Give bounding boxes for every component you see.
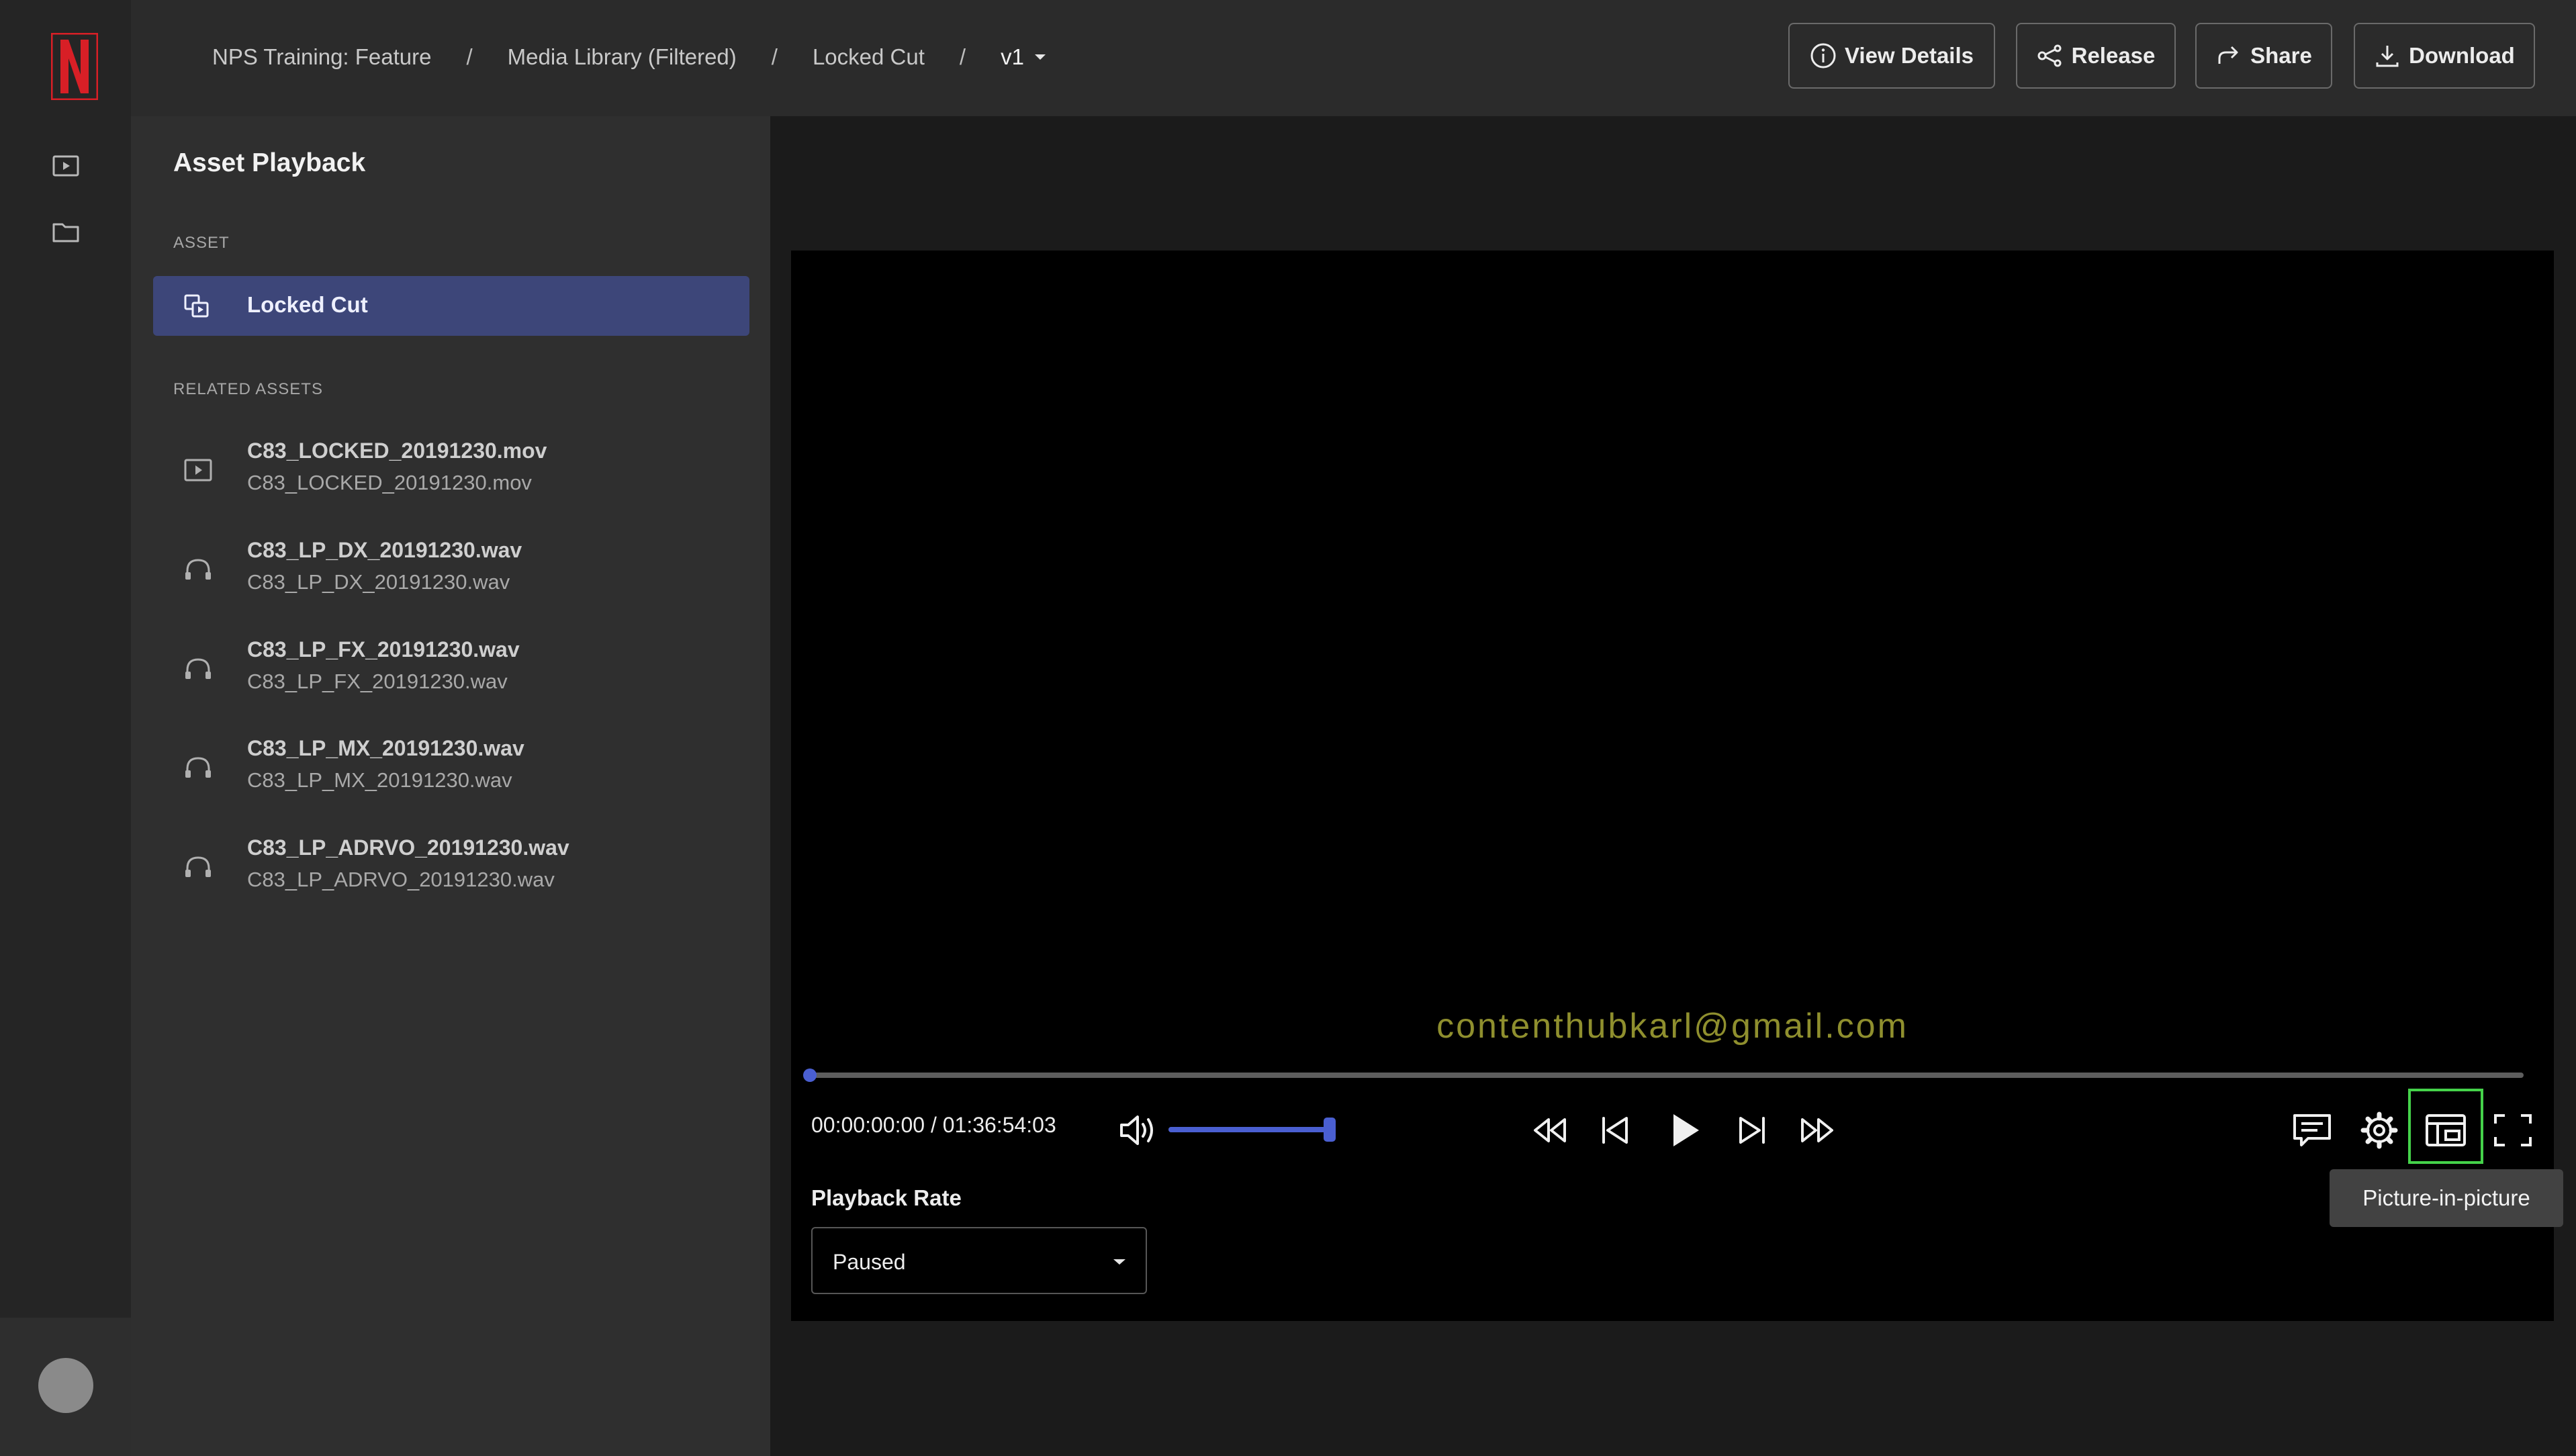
breadcrumb: NPS Training: Feature / Media Library (F… [212, 40, 1047, 74]
step-forward-icon[interactable] [1724, 1103, 1778, 1157]
panel-title: Asset Playback [173, 148, 366, 177]
breadcrumb-media-library[interactable]: Media Library (Filtered) [508, 44, 737, 70]
folder-icon[interactable] [47, 213, 85, 251]
tooltip: Picture-in-picture [2330, 1169, 2563, 1227]
related-asset-item[interactable]: C83_LOCKED_20191230.mov C83_LOCKED_20191… [153, 432, 749, 519]
headphones-icon [183, 855, 213, 879]
headphones-icon [183, 557, 213, 582]
breadcrumb-project[interactable]: NPS Training: Feature [212, 44, 432, 70]
pip-focus-highlight [2408, 1089, 2483, 1164]
share-nodes-icon [2037, 44, 2062, 67]
breadcrumb-separator: / [771, 44, 778, 69]
asset-playback-panel: Asset Playback ASSET Locked Cut RELATED … [131, 116, 770, 1456]
release-button[interactable]: Release [2016, 23, 2176, 89]
playback-rate-value: Paused [833, 1250, 906, 1274]
share-arrow-icon [2218, 46, 2238, 64]
volume-fill [1168, 1127, 1330, 1132]
playback-rate-select[interactable]: Paused [811, 1227, 1147, 1294]
related-asset-filename: C83_LP_DX_20191230.wav [247, 570, 510, 594]
video-player[interactable]: contenthubkarl@gmail.com 00:00:00:00 / 0… [791, 251, 2563, 1321]
headphones-icon [183, 657, 213, 681]
progress-bar[interactable] [803, 1068, 2524, 1082]
fullscreen-icon[interactable] [2486, 1103, 2540, 1157]
step-back-icon[interactable] [1589, 1103, 1643, 1157]
caret-down-icon [1034, 54, 1046, 60]
related-asset-filename: C83_LP_FX_20191230.wav [247, 670, 508, 693]
headphones-icon [183, 756, 213, 780]
breadcrumb-asset[interactable]: Locked Cut [813, 44, 925, 70]
related-asset-name: C83_LP_DX_20191230.wav [247, 538, 522, 562]
rewind-icon[interactable] [1523, 1103, 1577, 1157]
related-assets-section-label: RELATED ASSETS [173, 380, 323, 398]
related-asset-item[interactable]: C83_LP_ADRVO_20191230.wav C83_LP_ADRVO_2… [153, 829, 749, 916]
download-button[interactable]: Download [2354, 23, 2535, 89]
volume-slider[interactable] [1168, 1118, 1336, 1142]
asset-item-label: Locked Cut [247, 292, 368, 317]
download-label: Download [2409, 43, 2515, 68]
related-asset-item[interactable]: C83_LP_MX_20191230.wav C83_LP_MX_2019123… [153, 729, 749, 817]
netflix-logo[interactable] [51, 33, 98, 100]
breadcrumb-separator: / [466, 44, 473, 69]
play-icon[interactable] [1657, 1103, 1711, 1157]
progress-thumb[interactable] [803, 1068, 817, 1082]
fast-forward-icon[interactable] [1790, 1103, 1844, 1157]
breadcrumb-separator: / [959, 44, 966, 69]
top-bar: NPS Training: Feature / Media Library (F… [131, 0, 2576, 116]
view-details-button[interactable]: View Details [1788, 23, 1995, 89]
volume-thumb[interactable] [1324, 1118, 1336, 1142]
multi-asset-icon [183, 293, 210, 319]
related-asset-item[interactable]: C83_LP_FX_20191230.wav C83_LP_FX_2019123… [153, 631, 749, 718]
info-icon [1810, 43, 1836, 69]
download-icon [2376, 46, 2399, 67]
related-asset-filename: C83_LOCKED_20191230.mov [247, 471, 532, 494]
view-details-label: View Details [1845, 43, 1974, 68]
app-rail [0, 0, 131, 1456]
timecode: 00:00:00:00 / 01:36:54:03 [811, 1113, 1056, 1137]
caret-down-icon [1113, 1259, 1125, 1265]
playback-stage: contenthubkarl@gmail.com 00:00:00:00 / 0… [770, 116, 2576, 1456]
related-asset-filename: C83_LP_ADRVO_20191230.wav [247, 868, 555, 891]
asset-item-locked-cut[interactable]: Locked Cut [153, 276, 749, 336]
related-asset-name: C83_LP_FX_20191230.wav [247, 637, 520, 662]
asset-section-label: ASSET [173, 234, 230, 252]
related-asset-name: C83_LOCKED_20191230.mov [247, 439, 547, 463]
version-label: v1 [1001, 44, 1024, 69]
captions-icon[interactable] [2285, 1103, 2339, 1157]
version-dropdown[interactable]: v1 [1001, 44, 1047, 70]
playback-rate-label: Playback Rate [811, 1185, 962, 1210]
share-button[interactable]: Share [2195, 23, 2332, 89]
video-file-icon [183, 458, 213, 482]
related-asset-filename: C83_LP_MX_20191230.wav [247, 768, 512, 792]
play-media-icon[interactable] [47, 147, 85, 185]
share-label: Share [2250, 43, 2312, 68]
watermark: contenthubkarl@gmail.com [1436, 1007, 1908, 1046]
release-label: Release [2071, 43, 2156, 68]
gear-icon[interactable] [2352, 1103, 2406, 1157]
related-asset-name: C83_LP_MX_20191230.wav [247, 736, 524, 760]
related-asset-item[interactable]: C83_LP_DX_20191230.wav C83_LP_DX_2019123… [153, 531, 749, 619]
related-asset-name: C83_LP_ADRVO_20191230.wav [247, 835, 569, 860]
avatar[interactable] [38, 1358, 93, 1413]
volume-icon[interactable] [1113, 1103, 1167, 1157]
